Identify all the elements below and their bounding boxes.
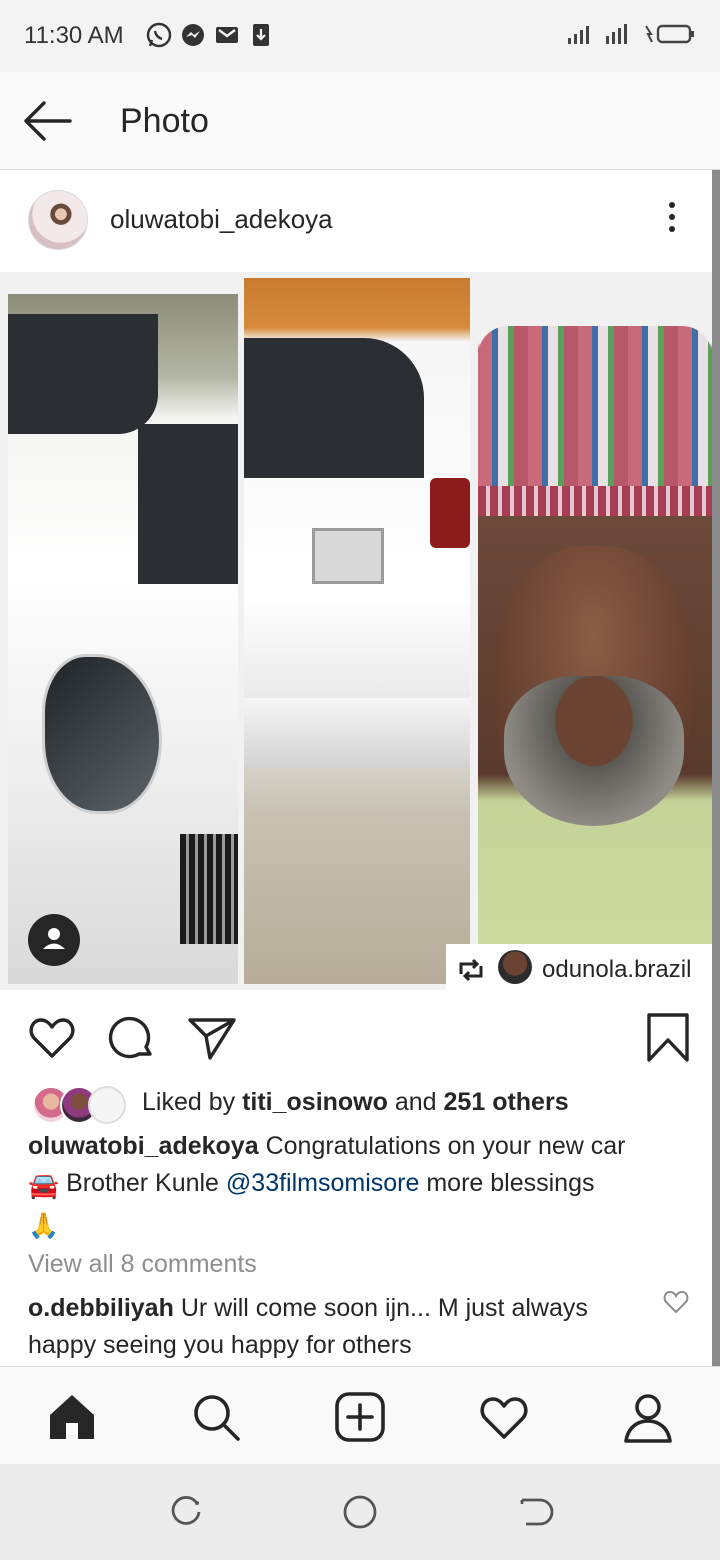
notification-icons <box>146 22 274 48</box>
likes-text: Liked by titi_osinowo and 251 others <box>142 1088 569 1117</box>
bookmark-icon <box>647 1013 689 1062</box>
comment-icon <box>108 1016 152 1059</box>
car-side-window <box>138 424 238 584</box>
back-icon <box>520 1498 554 1526</box>
caption-username[interactable]: oluwatobi_adekoya <box>28 1132 259 1160</box>
comment-item: o.debbiliyah Ur will come soon ijn... M … <box>28 1290 648 1364</box>
repost-avatar <box>498 950 532 984</box>
likes-and: and <box>394 1088 437 1116</box>
status-bar: 11:30 AM <box>0 0 720 72</box>
person-tag-icon <box>43 928 65 949</box>
tagged-users-button[interactable] <box>28 914 80 966</box>
nav-home-button[interactable] <box>44 1389 100 1445</box>
heart-icon <box>663 1290 689 1314</box>
comment-username[interactable]: o.debbiliyah <box>28 1294 174 1322</box>
add-post-icon <box>335 1392 385 1442</box>
gmail-icon <box>214 22 240 48</box>
car-taillight <box>430 478 470 548</box>
caption-text: Congratulations on your new car <box>265 1132 626 1160</box>
photo-panel-car-rear <box>244 278 470 984</box>
repost-icon <box>459 958 483 982</box>
activity-heart-icon <box>480 1397 528 1439</box>
post-caption: oluwatobi_adekoya Congratulations on you… <box>28 1128 688 1245</box>
send-icon <box>188 1018 236 1060</box>
nav-add-button[interactable] <box>332 1389 388 1445</box>
like-button[interactable] <box>26 1012 78 1064</box>
app-header: Photo <box>0 72 720 170</box>
bottom-navigation <box>0 1366 720 1464</box>
scrollbar[interactable] <box>712 170 720 1366</box>
recent-apps-button[interactable] <box>166 1492 206 1532</box>
post-options-button[interactable] <box>660 198 684 242</box>
nav-search-button[interactable] <box>188 1389 244 1445</box>
nav-profile-button[interactable] <box>620 1389 676 1445</box>
likes-row[interactable]: Liked by titi_osinowo and 251 others <box>28 1084 708 1124</box>
messenger-icon <box>180 22 206 48</box>
home-button[interactable] <box>340 1492 380 1532</box>
car-grille <box>180 834 238 944</box>
system-status-icons <box>566 22 696 51</box>
portrait-cap-band <box>478 486 712 516</box>
comment-like-button[interactable] <box>662 1288 690 1316</box>
charging-battery-icon <box>642 22 696 51</box>
post-actions <box>0 994 712 1084</box>
liker-avatars <box>32 1086 132 1124</box>
home-icon <box>50 1395 94 1439</box>
signal-4g-icon <box>604 22 634 51</box>
comment-button[interactable] <box>106 1012 158 1064</box>
car-headlight <box>42 654 162 814</box>
repost-username: odunola.brazil <box>542 956 692 983</box>
car-emoji: 🚘 <box>28 1172 60 1200</box>
vertical-dots-icon <box>660 202 684 232</box>
nav-activity-button[interactable] <box>476 1389 532 1445</box>
recent-apps-icon <box>171 1496 201 1525</box>
caption-mention[interactable]: @33filmsomisore <box>226 1169 419 1197</box>
photo-panel-portrait <box>478 316 712 990</box>
post-header: oluwatobi_adekoya <box>0 170 712 272</box>
post-author-username[interactable]: oluwatobi_adekoya <box>110 204 333 235</box>
back-nav-button[interactable] <box>514 1492 554 1532</box>
liker-username[interactable]: titi_osinowo <box>242 1088 388 1116</box>
photo-panel-car-front <box>8 294 238 984</box>
profile-icon <box>624 1394 672 1443</box>
post-photo[interactable]: odunola.brazil <box>0 272 712 990</box>
car-window <box>8 314 158 434</box>
likes-prefix: Liked by <box>142 1088 236 1116</box>
system-navigation-bar <box>0 1464 720 1560</box>
page-title: Photo <box>120 102 209 140</box>
portrait-beard <box>504 676 684 826</box>
whatsapp-icon <box>146 22 172 48</box>
repost-credit[interactable]: odunola.brazil <box>446 944 712 990</box>
caption-text: Brother Kunle <box>66 1169 219 1197</box>
likes-count[interactable]: 251 others <box>444 1088 569 1116</box>
car-plate <box>312 528 384 584</box>
view-all-comments-link[interactable]: View all 8 comments <box>28 1250 257 1279</box>
post-author-avatar[interactable] <box>28 190 88 250</box>
search-icon <box>194 1395 240 1441</box>
caption-text: more blessings <box>426 1169 595 1197</box>
car-rear-window <box>244 338 424 478</box>
pray-emoji: 🙏 <box>28 1212 60 1240</box>
home-circle-icon <box>343 1495 377 1529</box>
status-time: 11:30 AM <box>24 22 124 49</box>
car-bumper <box>244 698 470 768</box>
liker-avatar <box>88 1086 126 1124</box>
heart-icon <box>29 1018 75 1058</box>
save-button[interactable] <box>642 1012 694 1064</box>
download-icon <box>248 22 274 48</box>
back-button[interactable] <box>20 96 74 146</box>
signal-icon <box>566 22 596 51</box>
arrow-left-icon <box>24 101 72 141</box>
share-button[interactable] <box>186 1012 238 1064</box>
